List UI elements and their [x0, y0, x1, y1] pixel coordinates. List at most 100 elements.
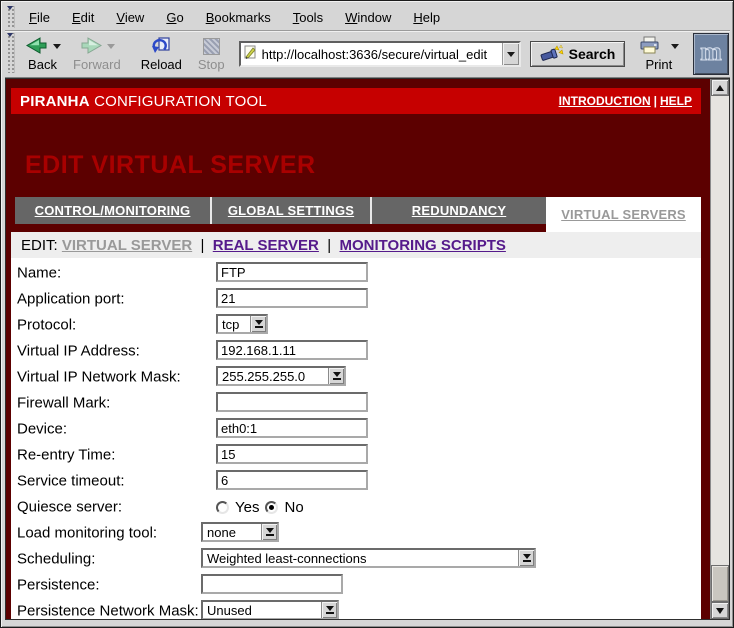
field-label: Protocol:: [17, 317, 76, 334]
menu-edit[interactable]: Edit: [61, 5, 105, 30]
form-row: Service timeout:: [11, 468, 701, 494]
menu-window[interactable]: Window: [334, 5, 402, 30]
mozilla-logo-button[interactable]: m: [693, 33, 729, 75]
page-bookmark-icon[interactable]: [243, 44, 258, 65]
tab-redundancy[interactable]: REDUNDANCY: [372, 197, 546, 224]
tab-global-settings[interactable]: GLOBAL SETTINGS: [212, 197, 372, 224]
chevron-down-icon: [507, 52, 515, 57]
field-label: Service timeout:: [17, 473, 125, 490]
print-dropdown-icon[interactable]: [671, 44, 679, 49]
arrow-down-icon: [716, 608, 724, 614]
introduction-link[interactable]: INTRODUCTION: [559, 94, 651, 108]
piranha-page: PIRANHA CONFIGURATION TOOL INTRODUCTION|…: [6, 79, 710, 619]
search-button[interactable]: Search: [530, 41, 626, 67]
scrollbar-thumb[interactable]: [711, 565, 729, 602]
form-row: Persistence Network Mask:Unused: [11, 598, 701, 619]
mozilla-logo-icon: m: [697, 37, 725, 72]
subnav-monitoring-scripts-link[interactable]: MONITORING SCRIPTS: [339, 237, 505, 254]
tab-control-monitoring[interactable]: CONTROL/MONITORING: [15, 197, 212, 224]
service-timeout-input[interactable]: [216, 470, 368, 490]
select-value: 255.255.255.0: [218, 368, 328, 384]
field-label: Virtual IP Address:: [17, 343, 140, 360]
menu-help[interactable]: Help: [402, 5, 451, 30]
field-label: Scheduling:: [17, 551, 95, 568]
protocol-select[interactable]: tcp: [216, 314, 268, 334]
help-link[interactable]: HELP: [660, 94, 692, 108]
grippy-handle[interactable]: [6, 33, 15, 73]
reentry-time-input[interactable]: [216, 444, 368, 464]
radio-no[interactable]: [265, 501, 278, 514]
form-row: Re-entry Time:: [11, 442, 701, 468]
field-label: Virtual IP Network Mask:: [17, 369, 181, 386]
field-label: Persistence:: [17, 577, 100, 594]
print-icon: [638, 36, 662, 57]
field-label: Application port:: [17, 291, 125, 308]
name-input[interactable]: [216, 262, 368, 282]
radio-yes[interactable]: [216, 501, 229, 514]
persistence-netmask-select[interactable]: Unused: [201, 600, 339, 619]
form-row: Name:: [11, 260, 701, 286]
form-area: Name: Application port: Protocol: tcp Virtua…: [11, 258, 701, 619]
device-input[interactable]: [216, 418, 368, 438]
radio-label: No: [284, 499, 303, 516]
page-header-bar: PIRANHA CONFIGURATION TOOL INTRODUCTION|…: [11, 88, 701, 114]
reload-icon: [151, 36, 171, 58]
menu-bookmarks[interactable]: Bookmarks: [195, 5, 282, 30]
dropdown-arrow-icon[interactable]: [328, 368, 344, 384]
select-value: Weighted least-connections: [203, 550, 518, 566]
dropdown-arrow-icon[interactable]: [321, 602, 337, 618]
reload-button[interactable]: Reload: [135, 33, 188, 75]
form-row: Device:: [11, 416, 701, 442]
forward-label: Forward: [73, 57, 121, 72]
tab-virtual-servers[interactable]: VIRTUAL SERVERS: [546, 197, 701, 232]
form-row: Virtual IP Address:: [11, 338, 701, 364]
back-label: Back: [28, 57, 57, 72]
header-links: INTRODUCTION|HELP: [559, 94, 692, 108]
stop-label: Stop: [198, 57, 225, 72]
firewall-mark-input[interactable]: [216, 392, 368, 412]
stop-button[interactable]: Stop: [192, 33, 231, 75]
url-dropdown-button[interactable]: [502, 43, 519, 65]
virtual-ip-input[interactable]: [216, 340, 368, 360]
menu-file[interactable]: File: [18, 5, 61, 30]
virtual-ip-netmask-select[interactable]: 255.255.255.0: [216, 366, 346, 386]
menu-go[interactable]: Go: [155, 5, 194, 30]
grippy-handle[interactable]: [6, 6, 15, 28]
subnav-real-server-link[interactable]: REAL SERVER: [213, 237, 319, 254]
field-label: Device:: [17, 421, 67, 438]
scheduling-select[interactable]: Weighted least-connections: [201, 548, 536, 568]
dropdown-arrow-icon[interactable]: [250, 316, 266, 332]
vertical-scrollbar[interactable]: [710, 79, 729, 619]
subnav-separator: |: [192, 237, 213, 254]
menu-bar: File Edit View Go Bookmarks Tools Window…: [5, 4, 730, 31]
back-dropdown-icon[interactable]: [53, 44, 61, 49]
scroll-down-button[interactable]: [711, 602, 729, 619]
load-monitoring-select[interactable]: none: [201, 522, 279, 542]
tab-bar: CONTROL/MONITORING GLOBAL SETTINGS REDUN…: [11, 197, 701, 232]
scrollbar-track[interactable]: [711, 96, 729, 602]
menu-view[interactable]: View: [105, 5, 155, 30]
forward-button[interactable]: Forward: [67, 33, 127, 75]
subnav-bar: EDIT: VIRTUAL SERVER | REAL SERVER | MON…: [11, 232, 701, 258]
application-port-input[interactable]: [216, 288, 368, 308]
subnav-separator: |: [319, 237, 340, 254]
forward-icon: [78, 37, 104, 57]
form-row: Application port:: [11, 286, 701, 312]
dropdown-arrow-icon[interactable]: [518, 550, 534, 566]
search-flashlight-icon: [540, 44, 564, 64]
back-button[interactable]: Back: [18, 33, 67, 75]
scroll-up-button[interactable]: [711, 79, 729, 96]
menu-tools[interactable]: Tools: [282, 5, 334, 30]
dropdown-arrow-icon[interactable]: [261, 524, 277, 540]
print-button[interactable]: Print: [632, 33, 685, 75]
app-title: PIRANHA CONFIGURATION TOOL: [20, 93, 267, 110]
app-title-rest: CONFIGURATION TOOL: [90, 93, 267, 110]
select-value: none: [203, 524, 261, 540]
field-label: Persistence Network Mask:: [17, 603, 199, 620]
field-label: Firewall Mark:: [17, 395, 110, 412]
select-value: tcp: [218, 316, 250, 332]
subnav-virtual-server-link[interactable]: VIRTUAL SERVER: [62, 237, 192, 254]
url-input[interactable]: [260, 47, 502, 62]
persistence-input[interactable]: [201, 574, 343, 594]
navigation-toolbar: Back Forward: [5, 31, 730, 78]
